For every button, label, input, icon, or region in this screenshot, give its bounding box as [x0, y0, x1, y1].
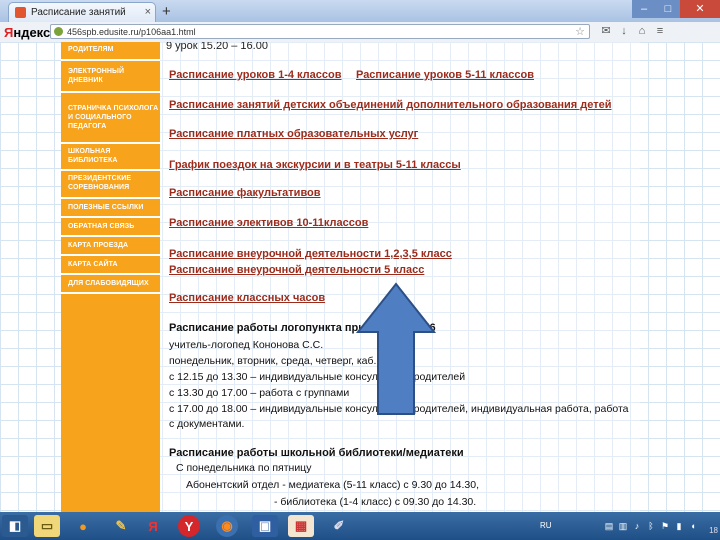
- language-indicator[interactable]: RU: [540, 521, 552, 530]
- main-content: 9 урок 15.20 – 16.00 Расписание уроков 1…: [160, 42, 640, 512]
- tab-title: Расписание занятий: [31, 7, 126, 18]
- library-title: Расписание работы школьной библиотеки/ме…: [169, 447, 464, 459]
- show-desktop-icon[interactable]: ◧: [2, 515, 28, 537]
- sidebar-divider: [61, 216, 160, 218]
- sidebar-item-useful-links[interactable]: ПОЛЕЗНЫЕ ССЫЛКИ: [61, 200, 160, 214]
- link-electives[interactable]: Расписание факультативов: [169, 187, 321, 199]
- link-paid-services[interactable]: Расписание платных образовательных услуг: [169, 128, 418, 140]
- sidebar-divider: [61, 142, 160, 144]
- sidebar-item-parents[interactable]: РОДИТЕЛЯМ: [61, 42, 160, 56]
- window-controls: – □ ✕: [632, 0, 720, 18]
- link-lessons-1-4[interactable]: Расписание уроков 1-4 классов: [169, 69, 342, 81]
- sidebar-item-feedback[interactable]: ОБРАТНАЯ СВЯЗЬ: [61, 219, 160, 233]
- network-icon[interactable]: ▤: [604, 521, 614, 531]
- sidebar-item-presidential[interactable]: ПРЕЗИДЕНТСКИЕ СОРЕВНОВАНИЯ: [61, 172, 160, 194]
- tools-icon[interactable]: ✎: [108, 515, 134, 537]
- speaker-icon[interactable]: ◖: [688, 521, 698, 531]
- link-lessons-5-11[interactable]: Расписание уроков 5-11 классов: [356, 69, 534, 81]
- link-clubs[interactable]: Расписание занятий детских объединений д…: [169, 99, 612, 111]
- sidebar-item-psychologist[interactable]: СТРАНИЧКА ПСИХОЛОГА И СОЦИАЛЬНОГО ПЕДАГО…: [61, 94, 160, 140]
- minimize-button[interactable]: –: [632, 0, 656, 18]
- sidebar-divider: [61, 91, 160, 93]
- url-input[interactable]: [67, 25, 547, 38]
- browser-titlebar: Расписание занятий × + – □ ✕: [0, 0, 720, 22]
- sidebar-divider: [61, 273, 160, 275]
- media-player-icon[interactable]: ●: [70, 515, 96, 537]
- toolbar-icons: ✉ ↓ ⌂ ≡: [600, 25, 666, 37]
- sidebar-divider: [61, 235, 160, 237]
- sidebar-item-directions[interactable]: КАРТА ПРОЕЗДА: [61, 238, 160, 252]
- sidebar-divider: [61, 292, 160, 294]
- bookmark-star-icon[interactable]: ☆: [575, 25, 585, 38]
- library-line: - библиотека (1-4 класс) с 09.30 до 14.3…: [274, 496, 477, 508]
- browser-tab[interactable]: Расписание занятий ×: [8, 2, 156, 22]
- tab-close-icon[interactable]: ×: [145, 6, 151, 18]
- address-bar[interactable]: ☆: [50, 24, 590, 39]
- home-icon[interactable]: ⌂: [636, 25, 648, 37]
- close-window-button[interactable]: ✕: [680, 0, 720, 18]
- download-icon[interactable]: ↓: [618, 25, 630, 37]
- flag-icon[interactable]: ⚑: [660, 521, 670, 531]
- link-class-hours[interactable]: Расписание классных часов: [169, 292, 325, 304]
- sidebar-divider: [61, 59, 160, 61]
- up-arrow-annotation: [356, 282, 436, 415]
- power-icon[interactable]: ▮: [674, 521, 684, 531]
- browser-toolbar: Яндекс ☆ ✉ ↓ ⌂ ≡: [0, 22, 720, 43]
- web-page: РОДИТЕЛЯМ ЭЛЕКТРОННЫЙ ДНЕВНИК СТРАНИЧКА …: [0, 42, 720, 512]
- sidebar-item-e-diary[interactable]: ЭЛЕКТРОННЫЙ ДНЕВНИК: [61, 63, 160, 89]
- firefox-icon[interactable]: ◉: [216, 515, 238, 537]
- sidebar-divider: [61, 169, 160, 171]
- site-identity-icon: [54, 27, 63, 36]
- presentation-icon[interactable]: ▦: [288, 515, 314, 537]
- sidebar-item-sitemap[interactable]: КАРТА САЙТА: [61, 257, 160, 271]
- paint-icon[interactable]: ✐: [326, 515, 352, 537]
- windows-taskbar: ◧ ▭ ● ✎ Я Y ◉ ▣ ▦ ✐ RU ▤ ▥ ♪ ᛒ ⚑ ▮ ◖ 18: [0, 512, 720, 540]
- sidebar-item-low-vision[interactable]: ДЛЯ СЛАБОВИДЯЩИХ: [61, 276, 160, 290]
- sidebar-divider: [61, 254, 160, 256]
- volume-icon[interactable]: ♪: [632, 521, 642, 531]
- speech-line: с 13.30 до 17.00 – работа с группами: [169, 387, 350, 399]
- mail-icon[interactable]: ✉: [600, 25, 612, 37]
- link-extracurricular-5[interactable]: Расписание внеурочной деятельности 5 кла…: [169, 264, 424, 276]
- new-tab-button[interactable]: +: [162, 3, 171, 20]
- system-tray: ▤ ▥ ♪ ᛒ ⚑ ▮ ◖: [604, 516, 720, 536]
- library-line: С понедельника по пятницу: [176, 462, 312, 474]
- printer-icon[interactable]: ▥: [618, 521, 628, 531]
- explorer-icon[interactable]: ▭: [34, 515, 60, 537]
- yandex-logo-rest: ндекс: [13, 25, 51, 40]
- link-extracurricular-1235[interactable]: Расписание внеурочной деятельности 1,2,3…: [169, 248, 452, 260]
- speech-line: учитель-логопед Кононова С.С.: [169, 339, 324, 351]
- lesson-time: 9 урок 15.20 – 16.00: [166, 42, 268, 52]
- link-trips[interactable]: График поездок на экскурсии и в театры 5…: [169, 159, 461, 171]
- speech-line: понедельник, вторник, среда, четверг, ка…: [169, 355, 377, 367]
- yandex-logo-letter: Я: [4, 25, 14, 40]
- window-icon[interactable]: ▣: [252, 515, 278, 537]
- site-favicon-icon: [15, 7, 26, 18]
- sidebar-divider: [61, 197, 160, 199]
- clock[interactable]: 18: [709, 526, 718, 535]
- sidebar-nav: РОДИТЕЛЯМ ЭЛЕКТРОННЫЙ ДНЕВНИК СТРАНИЧКА …: [61, 42, 160, 512]
- sidebar-item-library[interactable]: ШКОЛЬНАЯ БИБЛИОТЕКА: [61, 145, 160, 167]
- bluetooth-icon[interactable]: ᛒ: [646, 521, 656, 531]
- yandex-logo[interactable]: Яндекс: [4, 25, 50, 40]
- speech-line: с документами.: [169, 418, 245, 430]
- yandex-browser-icon[interactable]: Y: [178, 515, 200, 537]
- settings-icon[interactable]: ≡: [654, 25, 666, 37]
- yandex-icon[interactable]: Я: [140, 515, 166, 537]
- maximize-button[interactable]: □: [656, 0, 680, 18]
- link-electives-10-11[interactable]: Расписание элективов 10-11классов: [169, 217, 368, 229]
- library-line: Абонентский отдел - медиатека (5-11 клас…: [186, 479, 480, 491]
